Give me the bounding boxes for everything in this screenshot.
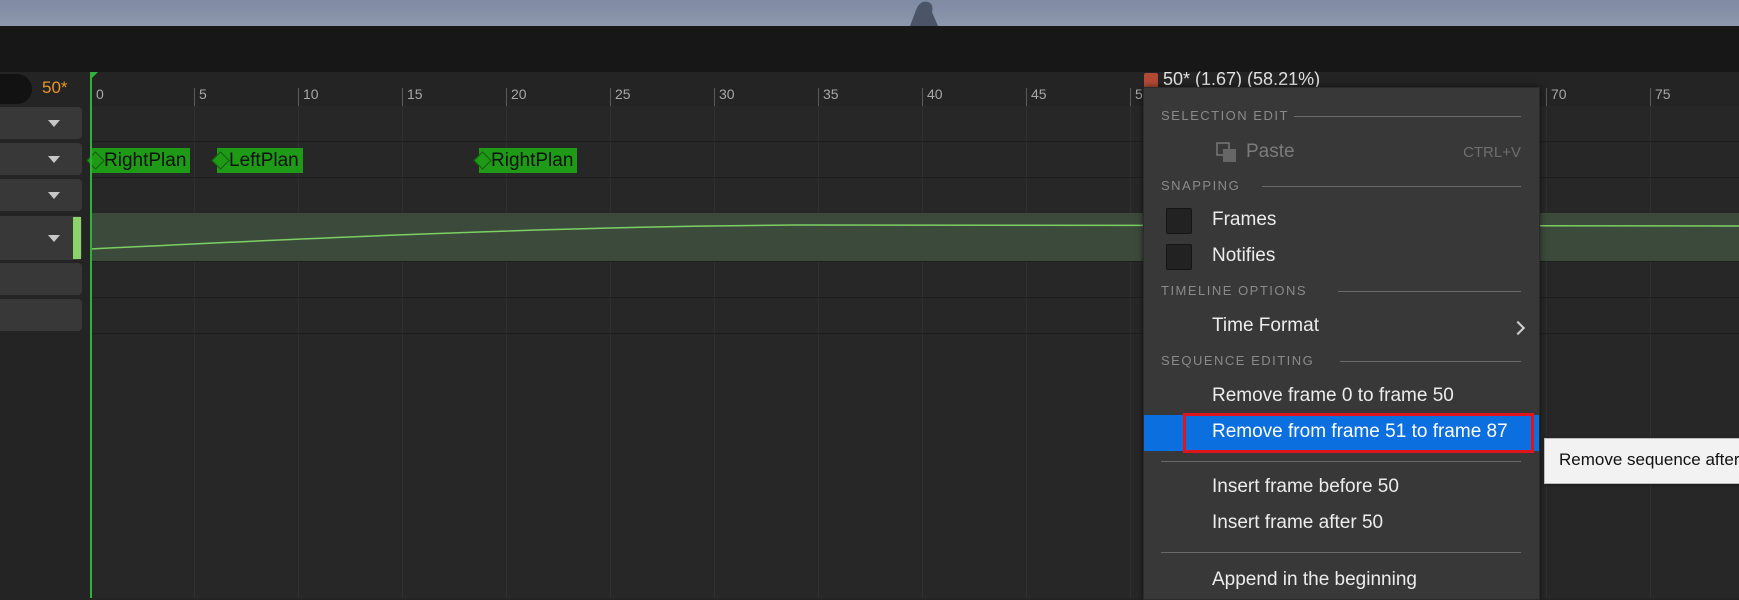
grid-line <box>1546 106 1547 598</box>
grid-line <box>922 106 923 598</box>
frame-input-field[interactable] <box>0 74 32 104</box>
notify-label: RightPlan <box>104 150 187 171</box>
grid-line <box>194 106 195 598</box>
ruler-tick <box>194 88 195 106</box>
ruler-label: 30 <box>719 86 735 102</box>
ruler-tick <box>1650 88 1651 106</box>
track-header[interactable] <box>0 263 82 295</box>
notify-label: RightPlan <box>491 150 574 171</box>
grid-line <box>714 106 715 598</box>
dropdown-arrow-icon <box>48 235 60 242</box>
ruler-tick <box>506 88 507 106</box>
notify-marker[interactable]: RightPlan <box>86 148 191 173</box>
section-timeline-options: TIMELINE OPTIONS <box>1161 283 1308 298</box>
ruler-label: 10 <box>303 86 319 102</box>
notify-track-options-button[interactable] <box>0 143 82 175</box>
section-selection-edit: SELECTION EDIT <box>1161 108 1289 123</box>
ruler-label: 5 <box>199 86 207 102</box>
section-sequence-editing: SEQUENCE EDITING <box>1161 353 1315 368</box>
menu-divider <box>1161 461 1521 462</box>
notify-marker[interactable]: LeftPlan <box>211 148 303 173</box>
section-divider <box>1294 116 1521 117</box>
ruler-label: 25 <box>615 86 631 102</box>
ruler-tick <box>714 88 715 106</box>
snapping-notifies-item[interactable]: Notifies <box>1212 245 1275 267</box>
ruler-label: 0 <box>96 86 104 102</box>
ruler-tick <box>1130 88 1131 106</box>
ruler-tick <box>1546 88 1547 106</box>
playhead-handle-icon[interactable] <box>90 72 98 80</box>
paste-shortcut: CTRL+V <box>1463 144 1521 161</box>
track-header[interactable] <box>0 299 82 331</box>
current-frame-label: 50* <box>42 78 68 97</box>
dropdown-arrow-icon <box>48 120 60 127</box>
ruler-label: 40 <box>927 86 943 102</box>
ruler-label: 20 <box>511 86 527 102</box>
insert-after-item[interactable]: Insert frame after 50 <box>1212 512 1383 534</box>
dropdown-arrow-icon <box>48 192 60 199</box>
tooltip-text: Remove sequence after <box>1559 450 1739 469</box>
grid-line <box>506 106 507 598</box>
ruler-tick <box>298 88 299 106</box>
snapping-frames-item[interactable]: Frames <box>1212 209 1276 231</box>
notify-label: LeftPlan <box>229 150 299 171</box>
context-menu: SELECTION EDIT Paste CTRL+V SNAPPING Fra… <box>1143 87 1540 600</box>
frames-checkbox[interactable] <box>1166 208 1192 234</box>
viewport-preview <box>0 0 1739 26</box>
menu-divider <box>1161 552 1521 553</box>
ruler-label: 15 <box>407 86 423 102</box>
annotation-highlight-box <box>1183 413 1534 453</box>
ruler-label: 75 <box>1655 86 1671 102</box>
grid-line <box>1026 106 1027 598</box>
section-divider <box>1262 186 1521 187</box>
ruler-label: 45 <box>1031 86 1047 102</box>
character-silhouette-icon <box>910 1 938 26</box>
section-snapping: SNAPPING <box>1161 178 1241 193</box>
dropdown-arrow-icon <box>48 156 60 163</box>
remove-before-item[interactable]: Remove frame 0 to frame 50 <box>1212 385 1454 407</box>
grid-line <box>818 106 819 598</box>
grid-line <box>1650 106 1651 598</box>
ruler-tick <box>818 88 819 106</box>
ruler-tick <box>1026 88 1027 106</box>
section-divider <box>1338 291 1521 292</box>
insert-before-item[interactable]: Insert frame before 50 <box>1212 476 1399 498</box>
grid-line <box>298 106 299 598</box>
ruler-tick <box>610 88 611 106</box>
section-divider <box>1340 361 1521 362</box>
playhead[interactable] <box>90 72 92 598</box>
track-options-button[interactable] <box>0 107 82 139</box>
submenu-chevron-icon <box>1510 320 1526 336</box>
paste-icon <box>1216 142 1236 162</box>
track-options-button[interactable] <box>0 179 82 211</box>
append-beginning-item[interactable]: Append in the beginning <box>1212 569 1417 591</box>
track-selection-indicator <box>73 217 81 259</box>
ruler-label: 35 <box>823 86 839 102</box>
ruler-tick <box>922 88 923 106</box>
grid-line <box>402 106 403 598</box>
grid-line <box>1130 106 1131 598</box>
time-format-item[interactable]: Time Format <box>1212 315 1319 337</box>
toolbar-area <box>0 26 1739 72</box>
notify-marker[interactable]: RightPlan <box>473 148 578 173</box>
ruler-label: 70 <box>1551 86 1567 102</box>
curve-track-options-button[interactable] <box>0 216 82 260</box>
notifies-checkbox[interactable] <box>1166 244 1192 270</box>
tooltip: Remove sequence after <box>1544 438 1739 484</box>
grid-line <box>610 106 611 598</box>
paste-menu-item[interactable]: Paste <box>1246 141 1295 163</box>
ruler-tick <box>402 88 403 106</box>
